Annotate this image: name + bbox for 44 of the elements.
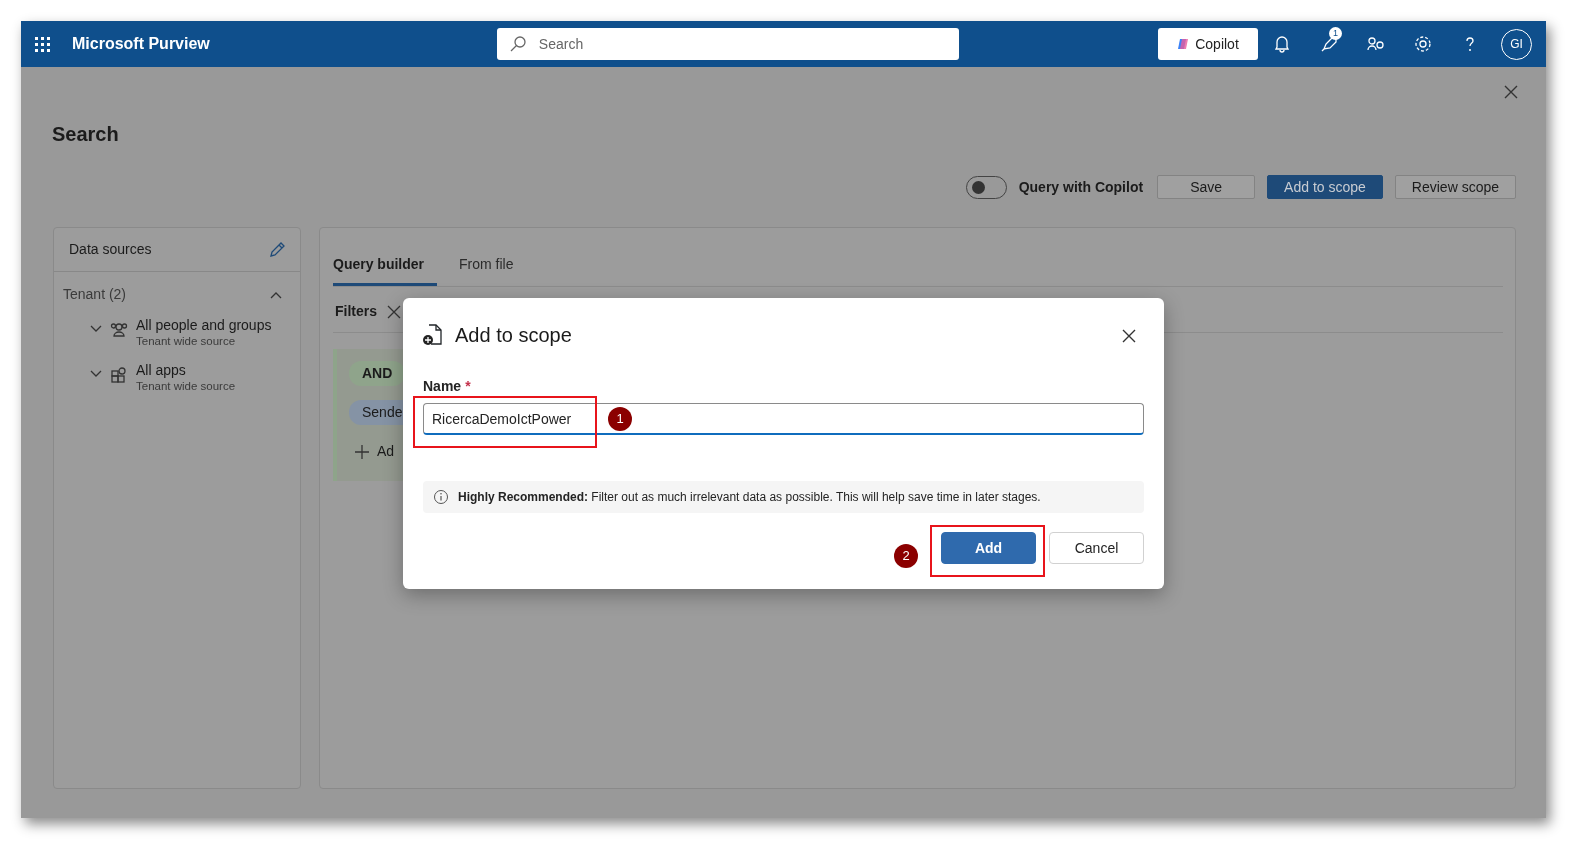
dialog-title: Add to scope [455,323,572,348]
add-condition-link[interactable]: Ad [377,441,395,462]
plus-icon [355,444,369,459]
tab[interactable]: Query builder [333,248,438,286]
app-launcher-icon[interactable] [35,36,50,52]
toggle-label: Query with Copilot [1018,177,1144,197]
copilot-toggle[interactable] [965,175,1007,199]
notification-count: 1 [1329,27,1342,40]
source-name[interactable]: All apps [136,362,236,379]
copilot-button[interactable]: Copilot [1158,28,1258,60]
clear-icon[interactable] [387,304,401,319]
bell-icon[interactable] [1272,35,1291,53]
action-button[interactable]: Save [1157,175,1256,199]
operator-chip[interactable]: AND [349,361,406,386]
chevron-icon[interactable] [270,290,282,299]
chevron-icon[interactable] [90,325,102,333]
group-label: Tenant (2) [63,285,127,304]
document-add-icon [423,324,443,346]
people-icon[interactable] [1366,35,1385,53]
source-description: Tenant wide source [136,379,236,393]
panel-title: Data sources [69,240,152,259]
info-icon [433,489,449,505]
step-number: 2 [894,544,918,568]
source-description: Tenant wide source [136,334,237,348]
dialog-button[interactable]: Cancel [1049,532,1144,564]
chevron-icon[interactable] [90,370,102,378]
dialog-button[interactable]: Add [941,532,1036,564]
field-label: Name [423,378,462,394]
copilot-icon [1177,38,1190,50]
required-mark: * [465,378,471,394]
people-icon [110,321,128,339]
app-name: Microsoft Purview [72,34,210,54]
apps-icon [110,366,128,384]
search-field[interactable]: Search [496,28,959,60]
tab[interactable]: From file [459,248,527,286]
page-title: Search [52,122,120,147]
pencil-icon[interactable] [268,240,286,259]
source-name[interactable]: All people and groups [136,317,272,334]
info-message: Highly Recommended: Filter out as much irrelevant data as possible. This will help save time in later stages. [458,489,1041,506]
close-icon [1122,328,1136,343]
action-button[interactable]: Review scope [1394,175,1516,199]
action-button[interactable]: Add to scope [1267,175,1383,199]
filters-label: Filters [335,302,377,321]
close-icon[interactable] [1504,85,1518,99]
